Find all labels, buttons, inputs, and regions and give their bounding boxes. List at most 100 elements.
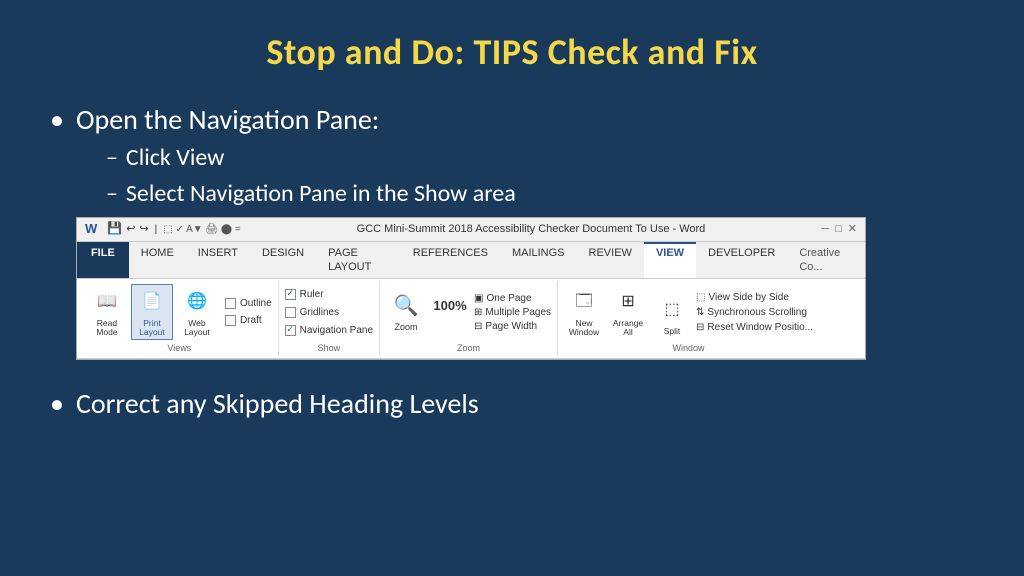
close-icon[interactable]: ✕	[848, 222, 857, 236]
views-content: 📖 ReadMode 📄 PrintLayout 🌐	[87, 283, 272, 340]
ribbon-title-text: GCC Mini-Summit 2018 Accessibility Check…	[241, 222, 822, 236]
navpane-cb[interactable]	[285, 325, 296, 336]
new-window-label: NewWindow	[569, 319, 599, 338]
btn-new-window[interactable]: 🗔 NewWindow	[564, 285, 604, 340]
btn-zoom[interactable]: 🔍 Zoom	[386, 288, 426, 336]
sync-scroll-label: Synchronous Scrolling	[707, 306, 807, 319]
redo-icon: ↪	[139, 222, 148, 236]
show-content: Ruler Gridlines Navigation	[285, 283, 373, 340]
read-mode-label: ReadMode	[96, 319, 117, 338]
outline-row: Outline	[225, 297, 272, 310]
views-extra: Outline Draft	[225, 296, 272, 328]
one-page-label: One Page	[486, 292, 531, 305]
zoom-content: 🔍 Zoom 100% ‌ ▣	[386, 283, 551, 340]
slide-title: Stop and Do: TIPS Check and Fix	[50, 30, 974, 74]
show-checkboxes: Ruler Gridlines Navigation	[285, 287, 373, 338]
outline-label: Outline	[240, 297, 272, 310]
tab-design[interactable]: DESIGN	[250, 242, 316, 279]
sync-scroll-icon: ⇅	[696, 306, 704, 319]
slide: Stop and Do: TIPS Check and Fix • Open t…	[0, 0, 1024, 576]
draft-label: Draft	[240, 314, 262, 327]
sync-scroll-btn[interactable]: ⇅ Synchronous Scrolling	[696, 306, 813, 319]
qa-separator: |	[155, 223, 158, 236]
sub-bullet-2-text: Select Navigation Pane in the Show area	[126, 178, 516, 209]
tab-home[interactable]: HOME	[129, 242, 186, 279]
bullet-dot-2: •	[50, 386, 64, 422]
bullet-2-container: • Correct any Skipped Heading Levels	[50, 386, 974, 422]
navpane-row: Navigation Pane	[285, 324, 373, 337]
btn-zoom-percent[interactable]: 100% ‌	[430, 288, 470, 336]
sub-bullet-1-text: Click View	[126, 142, 224, 173]
draft-cb[interactable]	[225, 315, 236, 326]
qa-extras: ⬚ ✓ A▼ 🖨 ⬤ =	[163, 223, 240, 236]
tab-mailings[interactable]: MAILINGS	[500, 242, 577, 279]
ruler-row: Ruler	[285, 288, 373, 301]
tab-developer[interactable]: DEVELOPER	[696, 242, 787, 279]
tab-file[interactable]: FILE	[77, 242, 129, 279]
btn-read-mode[interactable]: 📖 ReadMode	[87, 285, 127, 340]
zoom-percent-icon: 100%	[434, 290, 466, 322]
sub-bullets-1: – Click View – Select Navigation Pane in…	[106, 142, 866, 208]
sub-bullet-2: – Select Navigation Pane in the Show are…	[106, 178, 866, 209]
ruler-cb[interactable]	[285, 289, 296, 300]
bullet-1-text: Open the Navigation Pane:	[76, 102, 379, 137]
new-window-icon: 🗔	[568, 287, 600, 319]
sub-bullet-1: – Click View	[106, 142, 866, 173]
page-width-label: Page Width	[485, 320, 537, 333]
window-controls: ─ □ ✕	[821, 222, 857, 236]
window-label: Window	[673, 343, 705, 355]
multiple-pages-label: Multiple Pages	[485, 306, 551, 319]
navpane-label: Navigation Pane	[300, 324, 373, 337]
btn-arrange[interactable]: ⊞ ArrangeAll	[608, 285, 648, 340]
ribbon-title-bar: W 💾 ↩ ↪ | ⬚ ✓ A▼ 🖨 ⬤ = GCC Mini-Summit 2…	[77, 218, 865, 242]
bullet-dot-1: •	[50, 102, 64, 138]
ruler-label: Ruler	[300, 288, 324, 301]
arrange-label: ArrangeAll	[613, 319, 643, 338]
btn-split[interactable]: ⬚ Split	[652, 292, 692, 339]
ribbon-body: 📖 ReadMode 📄 PrintLayout 🌐	[77, 279, 865, 359]
gridlines-cb[interactable]	[285, 307, 296, 318]
btn-print-layout[interactable]: 📄 PrintLayout	[131, 284, 173, 341]
zoom-pages: ▣ One Page ⊞ Multiple Pages	[474, 292, 551, 333]
bullet-1: • Open the Navigation Pane: – Click View…	[50, 102, 974, 360]
group-zoom: 🔍 Zoom 100% ‌ ▣	[380, 281, 558, 356]
ribbon-tabs: FILE HOME INSERT DESIGN PAGE LAYOUT REFE…	[77, 242, 865, 280]
window-content: 🗔 NewWindow ⊞ ArrangeAll ⬚	[564, 283, 813, 340]
web-layout-icon: 🌐	[181, 287, 213, 319]
dash-1: –	[106, 142, 118, 173]
word-icon: W	[85, 221, 97, 238]
save-icon: 💾	[107, 221, 122, 237]
tab-view[interactable]: VIEW	[644, 242, 696, 279]
tab-creative[interactable]: Creative Co...	[787, 242, 865, 279]
tab-review[interactable]: REVIEW	[577, 242, 644, 279]
gridlines-row: Gridlines	[285, 306, 373, 319]
bullet-2: • Correct any Skipped Heading Levels	[50, 386, 974, 422]
view-side-label: View Side by Side	[708, 291, 788, 304]
reset-pos-icon: ⊟	[696, 321, 704, 334]
tab-insert[interactable]: INSERT	[186, 242, 250, 279]
one-page-btn[interactable]: ▣ One Page	[474, 292, 551, 305]
multiple-pages-icon: ⊞	[474, 306, 482, 319]
view-side-btn[interactable]: ⬚ View Side by Side	[696, 291, 813, 304]
quick-access: W 💾 ↩ ↪ | ⬚ ✓ A▼ 🖨 ⬤ =	[85, 221, 241, 238]
zoom-icon: 🔍	[390, 290, 422, 322]
zoom-label: Zoom	[457, 343, 480, 355]
split-icon: ⬚	[656, 294, 688, 326]
bullet-1-container: • Open the Navigation Pane: – Click View…	[50, 102, 974, 360]
reset-pos-label: Reset Window Positio...	[707, 321, 813, 334]
word-ribbon: W 💾 ↩ ↪ | ⬚ ✓ A▼ 🖨 ⬤ = GCC Mini-Summit 2…	[76, 217, 866, 361]
maximize-icon[interactable]: □	[835, 222, 842, 236]
window-right: ⬚ View Side by Side ⇅ Synchronous Scroll…	[696, 291, 813, 334]
minimize-icon[interactable]: ─	[821, 222, 829, 236]
page-width-btn[interactable]: ⊟ Page Width	[474, 320, 551, 333]
btn-web-layout[interactable]: 🌐 WebLayout	[177, 285, 217, 340]
dash-2: –	[106, 178, 118, 209]
tab-page-layout[interactable]: PAGE LAYOUT	[316, 242, 401, 279]
print-layout-label: PrintLayout	[139, 319, 165, 338]
reset-pos-btn[interactable]: ⊟ Reset Window Positio...	[696, 321, 813, 334]
multiple-pages-btn[interactable]: ⊞ Multiple Pages	[474, 306, 551, 319]
web-layout-label: WebLayout	[184, 319, 210, 338]
outline-cb[interactable]	[225, 298, 236, 309]
tab-references[interactable]: REFERENCES	[401, 242, 500, 279]
views-label: Views	[167, 343, 191, 355]
